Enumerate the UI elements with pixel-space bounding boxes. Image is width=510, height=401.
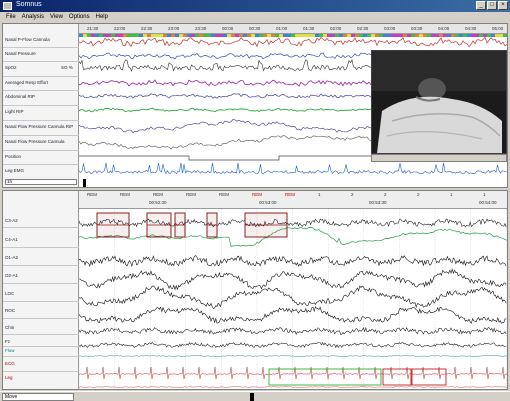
time-tick: 03:00	[384, 26, 396, 31]
menu-help[interactable]: Help	[96, 12, 108, 22]
time-tick: 02:30	[357, 26, 369, 31]
ecg-event-box-1	[382, 368, 412, 386]
channel-label[interactable]: O1-A2	[5, 255, 77, 260]
status-bar: Move	[0, 391, 510, 401]
epoch-clock-tick: 00:52:30	[149, 200, 167, 205]
epoch-stage-tick[interactable]: REM	[120, 192, 130, 197]
epoch-traces[interactable]	[79, 209, 507, 389]
trace-flow	[79, 355, 507, 358]
maximize-button[interactable]: □	[487, 1, 497, 10]
channel-label[interactable]: Position	[5, 154, 77, 159]
overview-channel-labels: Nasal P-Flow Cannula Nasal Pressure SpO2…	[3, 24, 79, 187]
channel-label[interactable]: Fz	[5, 339, 77, 344]
hypnogram-band	[79, 34, 507, 37]
epoch-stage-tick[interactable]: REM	[87, 192, 97, 197]
channel-label[interactable]: Chin	[5, 325, 77, 330]
menu-file[interactable]: File	[6, 12, 16, 22]
scroll-cursor	[83, 179, 86, 187]
epoch-stage-tick[interactable]: REM	[186, 192, 196, 197]
epoch-stage-tick[interactable]: 2	[384, 192, 387, 197]
channel-label[interactable]: LOC	[5, 291, 77, 296]
channel-label[interactable]: Abdominal RIP	[5, 94, 77, 99]
minimize-button[interactable]: _	[476, 1, 486, 10]
status-mode[interactable]: Move	[2, 393, 74, 401]
epoch-stage-tick[interactable]: 2	[417, 192, 420, 197]
scroll-thumb[interactable]	[250, 393, 254, 401]
rem-event-markers	[96, 212, 288, 238]
channel-label[interactable]: Leg	[5, 375, 77, 380]
channel-label[interactable]: Nasal Pressure	[5, 51, 77, 56]
epoch-stage-tick[interactable]: REM	[252, 192, 262, 197]
window-title: Somnus	[16, 1, 42, 8]
trace-leg	[79, 386, 507, 388]
menu-analysis[interactable]: Analysis	[22, 12, 44, 22]
channel-label[interactable]: Leg EMG	[5, 168, 77, 173]
flow-event-box	[268, 368, 382, 386]
epoch-stage-tick[interactable]: REM	[153, 192, 163, 197]
channel-label[interactable]: Averaged Resp Effort	[5, 80, 77, 85]
channel-label[interactable]: O2-A1	[5, 273, 77, 278]
video-window[interactable]	[371, 50, 507, 154]
time-tick: 01:30	[303, 26, 315, 31]
epoch-stage-tick[interactable]: REM	[219, 192, 229, 197]
time-tick: 21:30	[87, 26, 99, 31]
menu-options[interactable]: Options	[69, 12, 90, 22]
epoch-stage-tick[interactable]: 1	[483, 192, 486, 197]
time-tick: 05:00	[492, 26, 504, 31]
time-tick: 23:00	[168, 26, 180, 31]
time-tick: 02:00	[330, 26, 342, 31]
epoch-clock-tick: 00:53:30	[369, 200, 387, 205]
time-tick: 00:30	[249, 26, 261, 31]
app-icon	[3, 2, 12, 10]
menu-bar: File Analysis View Options Help	[0, 12, 510, 22]
epoch-channel-labels: C3-A2 C4-A1 O1-A2 O2-A1 LOC ROC Chin Fz …	[3, 191, 79, 389]
ecg-event-box-2	[411, 368, 447, 386]
main-window: Somnus _ □ × File Analysis View Options …	[0, 0, 510, 401]
channel-label[interactable]: Nasal Flow Pressure Cannula RIP	[5, 124, 77, 129]
time-tick: 03:30	[411, 26, 423, 31]
epoch-stage-tick[interactable]: REM	[285, 192, 295, 197]
epoch-stage-tick[interactable]: 2	[351, 192, 354, 197]
video-controls[interactable]	[371, 154, 507, 162]
title-bar[interactable]: Somnus _ □ ×	[0, 0, 510, 12]
epoch-stage-tick[interactable]: 1	[318, 192, 321, 197]
time-tick: 23:30	[195, 26, 207, 31]
channel-label[interactable]: ECG	[5, 361, 77, 366]
spo2-value: SO %	[61, 65, 73, 70]
time-tick: 04:30	[465, 26, 477, 31]
channel-label[interactable]: ROC	[5, 308, 77, 313]
time-tick: 04:00	[438, 26, 450, 31]
trace-c4	[79, 226, 507, 247]
menu-view[interactable]: View	[50, 12, 63, 22]
epoch-panel: C3-A2 C4-A1 O1-A2 O2-A1 LOC ROC Chin Fz …	[2, 190, 508, 390]
channel-label[interactable]: Light RIP	[5, 109, 77, 114]
time-tick: 00:00	[222, 26, 234, 31]
channel-label[interactable]: Nasal P-Flow Cannula	[5, 37, 77, 42]
channel-label[interactable]: C3-A2	[5, 218, 77, 223]
epoch-stage-tick[interactable]: 1	[450, 192, 453, 197]
time-tick: 22:00	[114, 26, 126, 31]
close-button[interactable]: ×	[498, 1, 508, 10]
overview-scale-field[interactable]: 1h	[5, 179, 77, 185]
trace-nasal-flow	[79, 36, 507, 48]
channel-label[interactable]: Flow	[5, 348, 77, 353]
epoch-clock-tick: 00:54:00	[479, 200, 497, 205]
trace-leg-emg	[79, 162, 507, 175]
overview-time-axis[interactable]: 21:30 22:00 22:30 23:00 23:30 00:00 00:30 01:00…	[79, 24, 507, 34]
patient-video-frame	[372, 51, 506, 153]
time-tick: 01:00	[276, 26, 288, 31]
epoch-axis[interactable]: REM REM REM REM REM REM REM 1 2 2 2 1 1 00:52:30 00:5…	[79, 191, 507, 209]
epoch-clock-tick: 00:53:00	[259, 200, 277, 205]
channel-label[interactable]: Nasal Flow Pressure Cannula	[5, 139, 77, 144]
time-tick: 22:30	[141, 26, 153, 31]
channel-label[interactable]: C4-A1	[5, 237, 77, 242]
